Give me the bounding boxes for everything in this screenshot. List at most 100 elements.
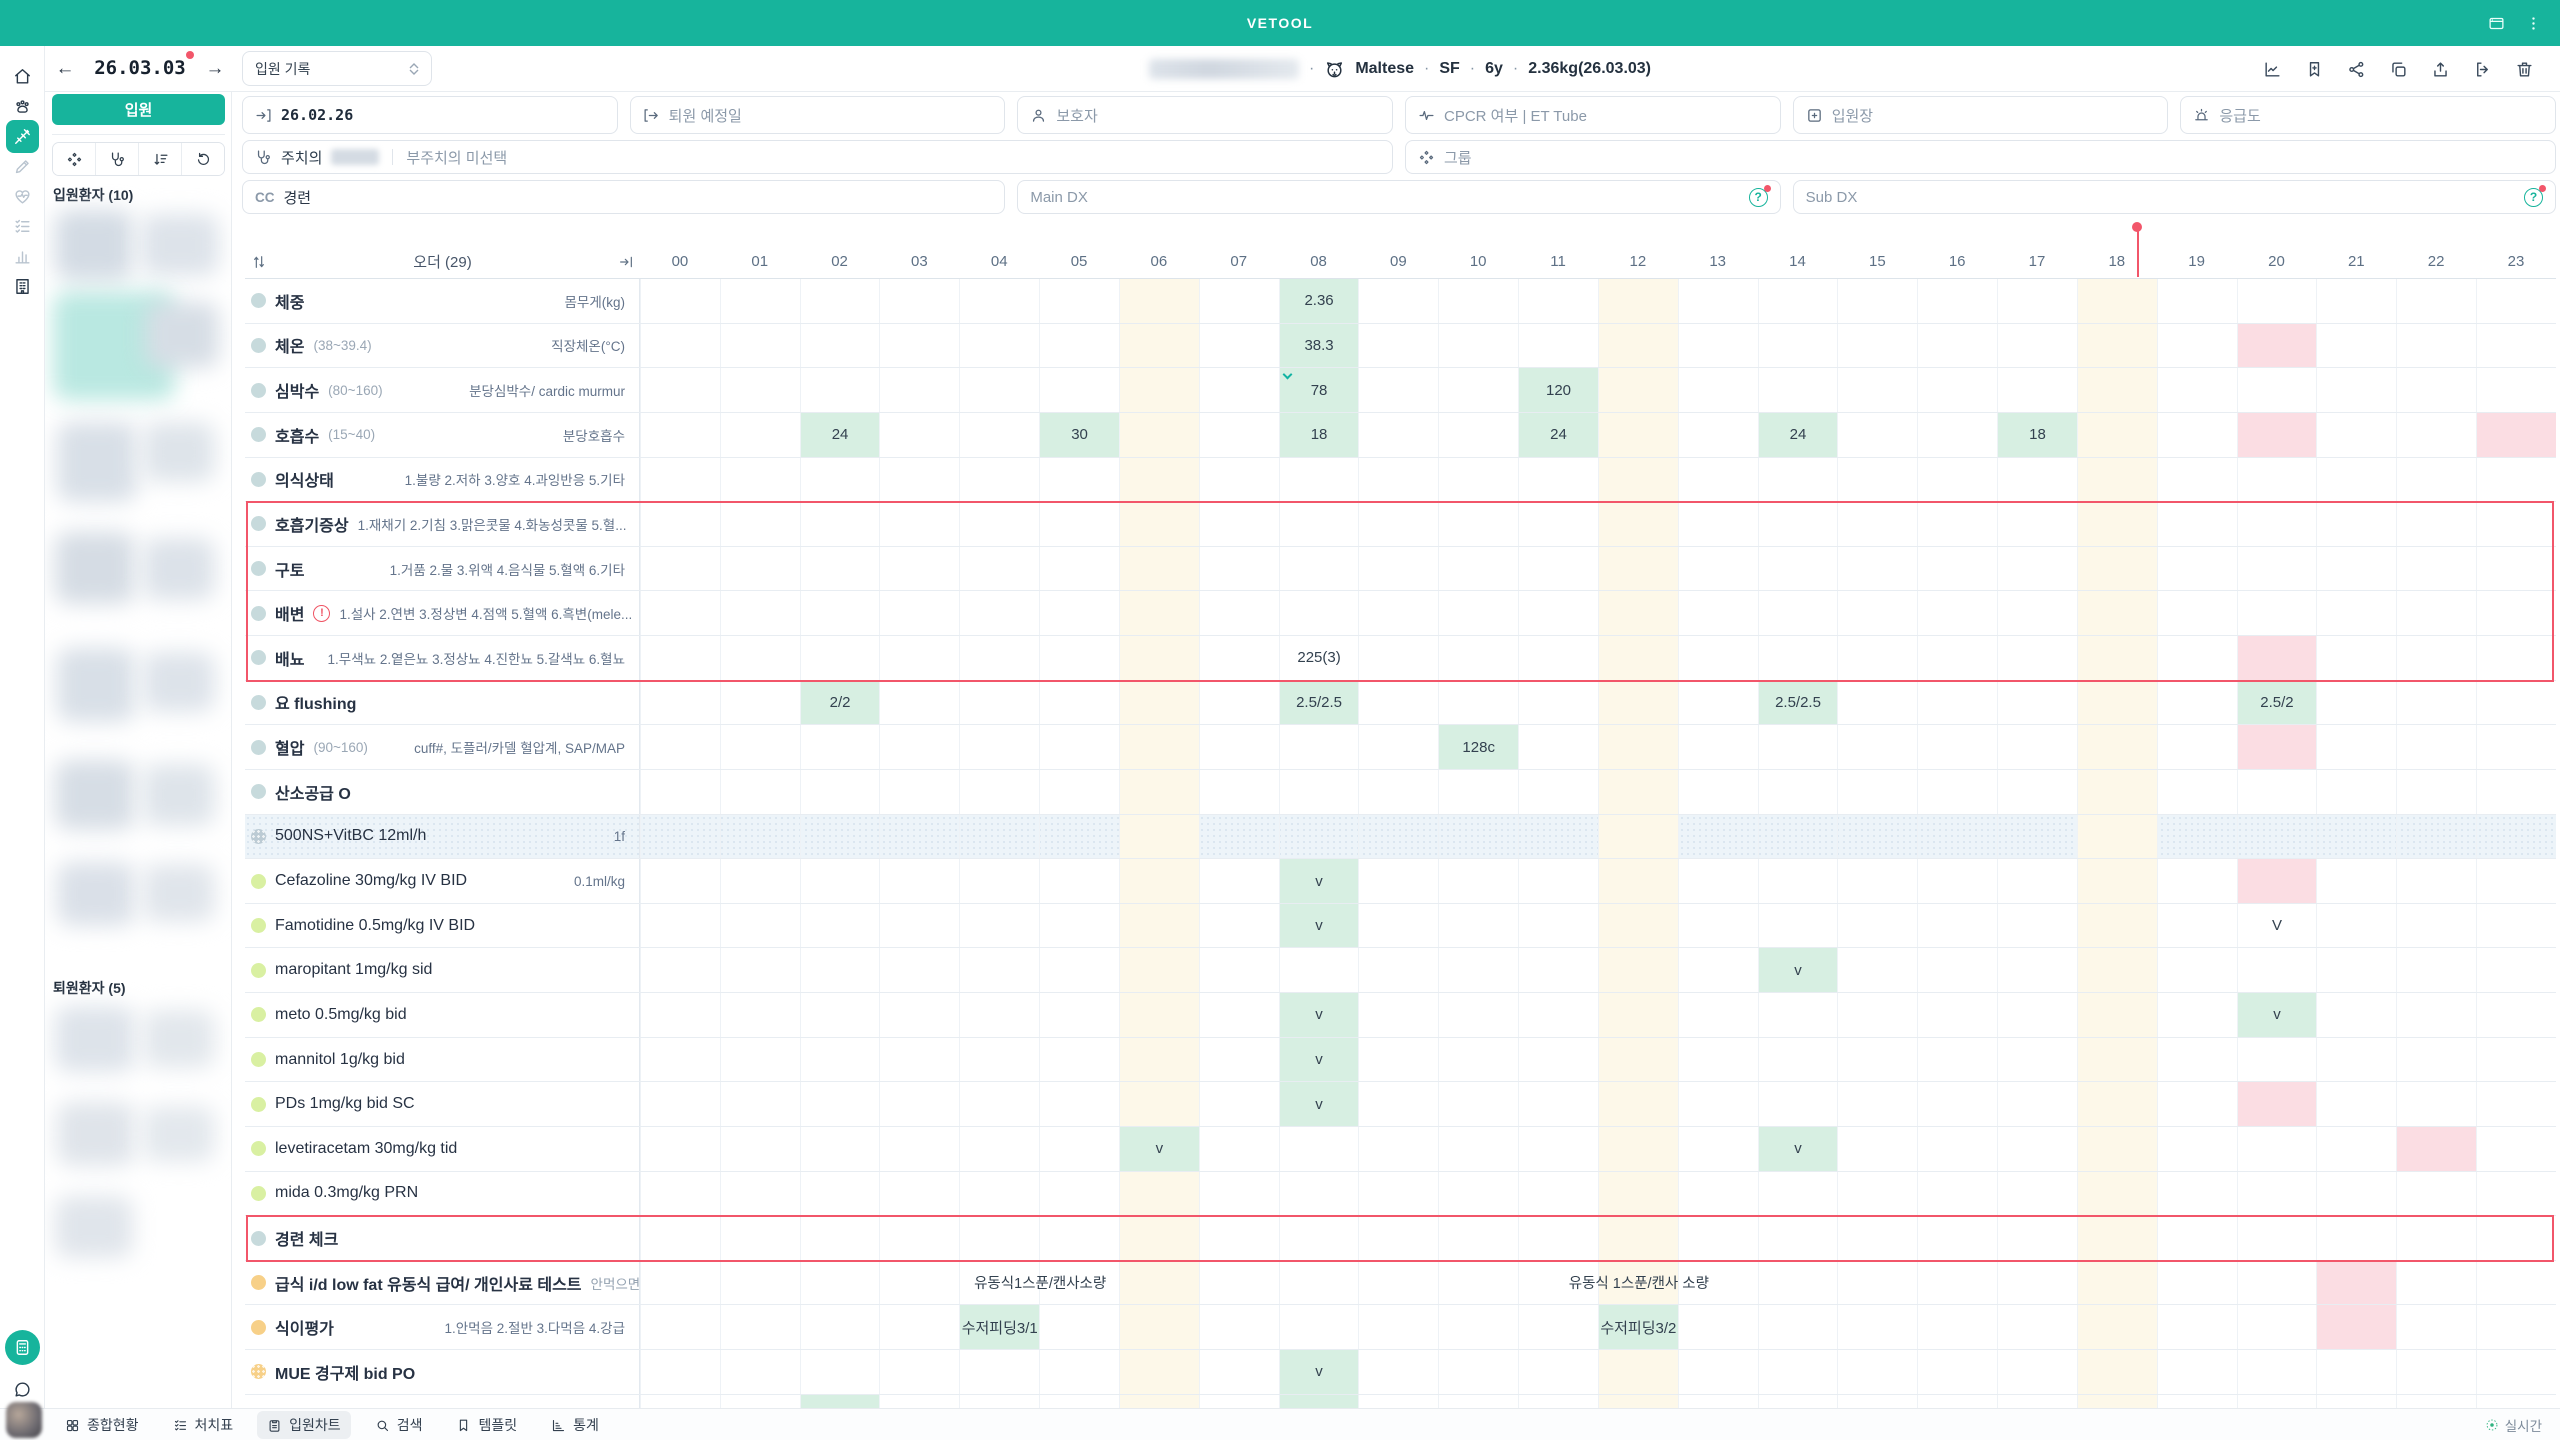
grid-cell-h04[interactable]	[959, 458, 1039, 502]
sidebar-item-syringe-icon[interactable]	[6, 120, 39, 153]
grid-cell-h04[interactable]	[959, 324, 1039, 368]
order-cell[interactable]: 호흡기증상1.재채기 2.기침 3.맑은콧물 4.화농성콧물 5.혈...	[245, 502, 640, 546]
grid-cell-h23[interactable]	[2476, 1261, 2556, 1305]
grid-cell-h22[interactable]	[2396, 636, 2476, 680]
order-cell[interactable]: 급식 i/d low fat 유동식 급여/ 개인사료 테스트안먹으면...	[245, 1261, 640, 1305]
grid-cell-h04[interactable]	[959, 279, 1039, 323]
grid-cell-h03[interactable]	[879, 948, 959, 992]
grid-cell-h14[interactable]	[1758, 1305, 1838, 1349]
grid-cell-h12[interactable]	[1598, 770, 1678, 814]
grid-cell-h22[interactable]	[2396, 1216, 2476, 1260]
order-cell[interactable]: 체중몸무게(kg)	[245, 279, 640, 323]
grid-cell-h10[interactable]	[1438, 1082, 1518, 1126]
grid-cell-h15[interactable]	[1837, 636, 1917, 680]
grid-cell-h05[interactable]	[1039, 1127, 1119, 1171]
grid-cell-h13[interactable]	[1678, 1216, 1758, 1260]
grid-cell-h21[interactable]	[2316, 725, 2396, 769]
grid-cell-h01[interactable]	[720, 1350, 800, 1394]
grid-cell-h09[interactable]	[1358, 1082, 1438, 1126]
patient-card-redacted[interactable]	[143, 864, 215, 922]
grid-cell-h22[interactable]	[2396, 458, 2476, 502]
grid-cell-h20[interactable]	[2237, 458, 2317, 502]
order-cell[interactable]: 배뇨1.무색뇨 2.옅은뇨 3.정상뇨 4.진한뇨 5.갈색뇨 6.혈뇨	[245, 636, 640, 680]
grid-cell-h02[interactable]	[800, 502, 880, 546]
order-cell[interactable]: MUE 경구제 bid PO	[245, 1350, 640, 1394]
grid-cell-h08[interactable]	[1279, 502, 1359, 546]
grid-cell-h07[interactable]	[1199, 502, 1279, 546]
grid-cell-h02[interactable]	[800, 1216, 880, 1260]
grid-cell-h21[interactable]	[2316, 1305, 2396, 1349]
grid-cell-h17[interactable]	[1997, 1038, 2077, 1082]
grid-cell-h06[interactable]	[1119, 1216, 1199, 1260]
grid-cell-h01[interactable]	[720, 681, 800, 725]
grid-cell-h13[interactable]	[1678, 547, 1758, 591]
grid-cell-h10[interactable]	[1438, 458, 1518, 502]
sidebar-item-bar-chart-icon[interactable]	[6, 240, 39, 273]
order-cell[interactable]: mida 0.3mg/kg PRN	[245, 1172, 640, 1216]
grid-cell-h16[interactable]	[1917, 636, 1997, 680]
grid-cell-h15[interactable]	[1837, 770, 1917, 814]
grid-cell-h11[interactable]	[1518, 636, 1598, 680]
grid-cell-h09[interactable]	[1358, 1127, 1438, 1171]
grid-cell-h21[interactable]	[2316, 1350, 2396, 1394]
grid-cell-h08[interactable]: 2.36	[1279, 279, 1359, 323]
grid-cell-h01[interactable]	[720, 1082, 800, 1126]
grid-cell-h15[interactable]	[1837, 815, 1917, 859]
grid-cell-h14[interactable]	[1758, 636, 1838, 680]
grid-cell-h09[interactable]	[1358, 1172, 1438, 1216]
grid-cell-h15[interactable]	[1837, 1395, 1917, 1408]
grid-cell-h14[interactable]	[1758, 1350, 1838, 1394]
grid-cell-h10[interactable]	[1438, 948, 1518, 992]
grid-cell-h00[interactable]	[640, 1038, 720, 1082]
grid-cell-h14[interactable]	[1758, 1395, 1838, 1408]
grid-cell-h12[interactable]	[1598, 948, 1678, 992]
grid-cell-h22[interactable]	[2396, 1127, 2476, 1171]
discharged-card-redacted[interactable]	[143, 1010, 215, 1068]
grid-cell-h19[interactable]	[2157, 636, 2237, 680]
grid-cell-h02[interactable]	[800, 1127, 880, 1171]
grid-cell-h02[interactable]	[800, 1172, 880, 1216]
grid-cell-h23[interactable]	[2476, 948, 2556, 992]
grid-cell-h13[interactable]	[1678, 859, 1758, 903]
main-dx-field[interactable]: Main DX ?	[1017, 180, 1780, 214]
grid-cell-h18[interactable]	[2077, 1350, 2157, 1394]
grid-cell-h09[interactable]	[1358, 1216, 1438, 1260]
grid-cell-h17[interactable]	[1997, 324, 2077, 368]
grid-cell-h00[interactable]	[640, 770, 720, 814]
grid-cell-h21[interactable]	[2316, 1127, 2396, 1171]
grid-cell-h18[interactable]	[2077, 725, 2157, 769]
stethoscope-icon[interactable]	[95, 143, 138, 175]
export-icon[interactable]	[2431, 60, 2450, 79]
grid-cell-h23[interactable]	[2476, 859, 2556, 903]
emergency-field[interactable]: 응급도	[2180, 96, 2556, 134]
next-day-button[interactable]: →	[202, 55, 228, 81]
grid-cell-h08[interactable]	[1279, 725, 1359, 769]
grid-cell-h10[interactable]	[1438, 904, 1518, 948]
grid-cell-h12[interactable]	[1598, 413, 1678, 457]
grid-cell-h19[interactable]	[2157, 279, 2237, 323]
grid-cell-h21[interactable]	[2316, 502, 2396, 546]
grid-cell-h05[interactable]	[1039, 681, 1119, 725]
grid-cell-h20[interactable]	[2237, 1127, 2317, 1171]
grid-cell-h02[interactable]	[800, 1395, 880, 1408]
order-cell[interactable]	[245, 1395, 640, 1408]
grid-cell-h01[interactable]	[720, 368, 800, 412]
grid-cell-h06[interactable]: v	[1119, 1127, 1199, 1171]
grid-cell-h15[interactable]	[1837, 458, 1917, 502]
grid-cell-h08[interactable]: v	[1279, 859, 1359, 903]
grid-cell-h23[interactable]	[2476, 1305, 2556, 1349]
grid-cell-h07[interactable]	[1199, 636, 1279, 680]
grid-cell-h13[interactable]	[1678, 458, 1758, 502]
grid-cell-h04[interactable]	[959, 502, 1039, 546]
grid-cell-h03[interactable]	[879, 636, 959, 680]
grid-cell-h22[interactable]	[2396, 1395, 2476, 1408]
sort-desc-icon[interactable]	[138, 143, 181, 175]
grid-cell-h17[interactable]	[1997, 1261, 2077, 1305]
ward-field[interactable]: 입원장	[1793, 96, 2169, 134]
grid-cell-h22[interactable]	[2396, 1305, 2476, 1349]
grid-cell-h10[interactable]	[1438, 1216, 1518, 1260]
grid-cell-h01[interactable]	[720, 904, 800, 948]
patient-card-redacted[interactable]	[55, 760, 135, 830]
grid-cell-h16[interactable]	[1917, 815, 1997, 859]
grid-cell-h13[interactable]	[1678, 1350, 1758, 1394]
